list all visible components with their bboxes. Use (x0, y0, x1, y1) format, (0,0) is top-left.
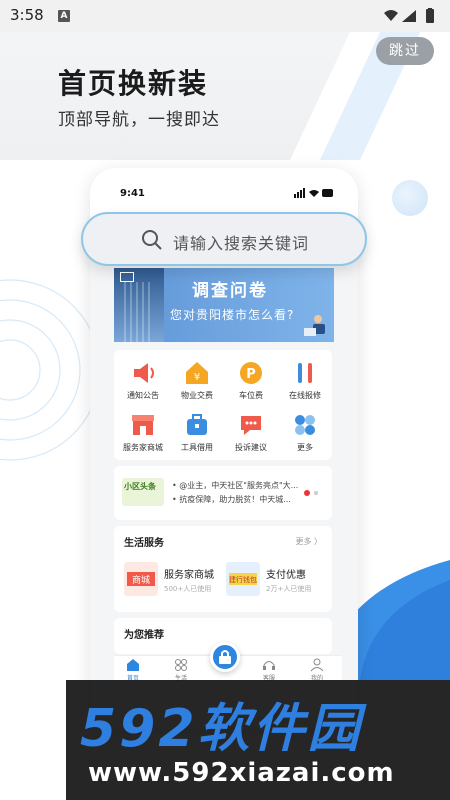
service-grid: 通知公告 ¥ 物业交费 P 车位费 在线报修 服务家商城 工具借用 投诉建议 更… (114, 350, 332, 460)
status-icons (384, 8, 434, 23)
more-link[interactable]: 更多 〉 (295, 536, 322, 547)
service-label: 在线报修 (289, 391, 321, 400)
service-item[interactable]: P 车位费 (224, 354, 278, 406)
grid-icon (175, 659, 187, 671)
news-tag: 小区头条 (122, 478, 164, 506)
card-title: 服务家商城 (164, 570, 214, 581)
signal-icon (402, 10, 416, 22)
phone-status-icons (294, 188, 333, 198)
search-input[interactable]: 请输入搜索关键词 (173, 230, 309, 254)
speaker-icon (134, 363, 154, 383)
service-item[interactable]: 通知公告 (116, 354, 170, 406)
service-label: 车位费 (239, 391, 263, 400)
notification-icon: A (58, 10, 70, 22)
search-bar[interactable]: 请输入搜索关键词 (81, 212, 367, 266)
service-item[interactable]: 在线报修 (278, 354, 332, 406)
service-item[interactable]: ¥ 物业交费 (170, 354, 224, 406)
service-label: 更多 (297, 443, 313, 452)
svg-text:商城: 商城 (132, 574, 150, 586)
news-item[interactable]: • 抗疫保障，助力脱贫！中天城... (172, 494, 291, 505)
wifi-icon (384, 10, 398, 21)
service-item[interactable]: 工具借用 (170, 406, 224, 458)
status-time: 3:58 (10, 6, 44, 24)
phone-status-time: 9:41 (120, 188, 145, 199)
chat-icon (241, 416, 261, 435)
service-label: 服务家商城 (123, 443, 163, 452)
mall-image: 商城 (124, 562, 158, 596)
banner-subtitle: 您对贵阳楼市怎么看? (170, 308, 295, 322)
person-laptop-icon (304, 315, 325, 336)
carousel-indicator-active (304, 490, 310, 496)
svg-text:P: P (246, 367, 256, 382)
parking-coin-icon: P (240, 362, 262, 384)
svg-text:¥: ¥ (194, 372, 200, 383)
service-item[interactable]: 更多 (278, 406, 332, 458)
watermark: 592软件园 www.592xiazai.com (66, 680, 450, 800)
service-item[interactable]: 服务家商城 (116, 406, 170, 458)
lock-icon (219, 650, 231, 664)
life-card[interactable]: 商城 服务家商城 500+人已使用 (124, 562, 224, 602)
service-label: 通知公告 (127, 391, 159, 400)
logo-icon (120, 272, 134, 282)
service-label: 投诉建议 (235, 443, 267, 452)
survey-banner[interactable]: 调查问卷 您对贵阳楼市怎么看? (114, 268, 334, 342)
status-bar: 3:58 A (0, 0, 450, 32)
section-title: 为您推荐 (124, 630, 164, 641)
service-label: 物业交费 (181, 391, 213, 400)
card-meta: 500+人已使用 (164, 585, 212, 593)
home-icon (127, 659, 139, 671)
life-card[interactable]: 建行钱包 支付优惠 2万+人已使用 (226, 562, 326, 602)
decorative-bubble (392, 180, 428, 216)
battery-icon (426, 9, 434, 23)
watermark-url: www.592xiazai.com (88, 758, 395, 788)
carousel-indicator (314, 491, 318, 495)
more-grid-icon (295, 415, 315, 435)
tab-center-lock[interactable] (210, 642, 240, 672)
svg-text:建行钱包: 建行钱包 (229, 575, 257, 584)
toolbox-icon (187, 414, 207, 435)
watermark-logo: 592软件园 (80, 699, 363, 759)
house-yen-icon: ¥ (186, 362, 208, 384)
shop-icon (132, 415, 154, 435)
section-title: 生活服务 (124, 538, 164, 549)
life-service-section: 生活服务 更多 〉 商城 服务家商城 500+人已使用 建行钱包 支付优惠 2万… (114, 526, 332, 612)
page-subtitle: 顶部导航，一搜即达 (58, 110, 220, 130)
tools-icon (298, 363, 312, 383)
card-title: 支付优惠 (266, 570, 306, 581)
headset-icon (263, 661, 275, 670)
headline-news[interactable]: 小区头条 • @业主，中天社区"服务亮点"大... • 抗疫保障，助力脱贫！中天… (114, 466, 332, 520)
banner-title: 调查问卷 (192, 281, 268, 301)
service-item[interactable]: 投诉建议 (224, 406, 278, 458)
page-title: 首页换新装 (58, 67, 209, 100)
news-item[interactable]: • @业主，中天社区"服务亮点"大... (172, 480, 298, 491)
skip-button[interactable]: 跳过 (376, 37, 434, 65)
service-label: 工具借用 (181, 443, 213, 452)
wallet-image: 建行钱包 (226, 562, 260, 596)
card-meta: 2万+人已使用 (266, 585, 312, 593)
user-icon (310, 658, 324, 672)
search-icon (142, 230, 162, 250)
